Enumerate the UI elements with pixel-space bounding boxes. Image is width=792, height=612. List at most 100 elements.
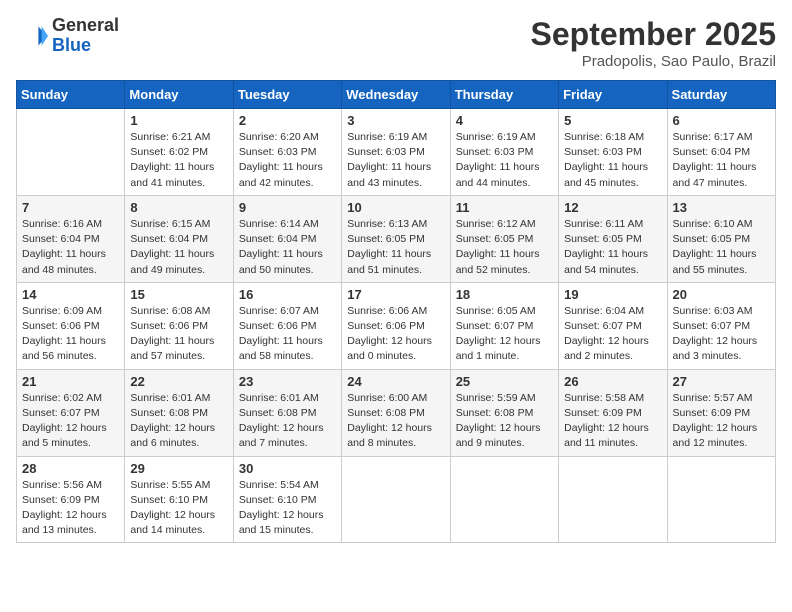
day-number: 1 <box>130 113 227 128</box>
calendar-week-row: 14 Sunrise: 6:09 AM Sunset: 6:06 PM Dayli… <box>17 282 776 369</box>
day-number: 14 <box>22 287 119 302</box>
day-info: Sunrise: 5:54 AM Sunset: 6:10 PM Dayligh… <box>239 478 336 539</box>
day-number: 17 <box>347 287 444 302</box>
calendar-cell: 18 Sunrise: 6:05 AM Sunset: 6:07 PM Dayli… <box>450 282 558 369</box>
day-number: 24 <box>347 374 444 389</box>
day-number: 22 <box>130 374 227 389</box>
calendar-week-row: 21 Sunrise: 6:02 AM Sunset: 6:07 PM Dayli… <box>17 369 776 456</box>
calendar-cell: 23 Sunrise: 6:01 AM Sunset: 6:08 PM Dayli… <box>233 369 341 456</box>
day-number: 25 <box>456 374 553 389</box>
calendar-cell: 12 Sunrise: 6:11 AM Sunset: 6:05 PM Dayli… <box>559 195 667 282</box>
day-info: Sunrise: 6:07 AM Sunset: 6:06 PM Dayligh… <box>239 304 336 365</box>
calendar-cell: 13 Sunrise: 6:10 AM Sunset: 6:05 PM Dayli… <box>667 195 775 282</box>
calendar-cell <box>450 456 558 543</box>
day-info: Sunrise: 6:01 AM Sunset: 6:08 PM Dayligh… <box>130 391 227 452</box>
logo-text: General Blue <box>52 16 119 56</box>
day-info: Sunrise: 6:10 AM Sunset: 6:05 PM Dayligh… <box>673 217 770 278</box>
logo: General Blue <box>16 16 119 56</box>
calendar-cell: 26 Sunrise: 5:58 AM Sunset: 6:09 PM Dayli… <box>559 369 667 456</box>
day-info: Sunrise: 6:02 AM Sunset: 6:07 PM Dayligh… <box>22 391 119 452</box>
calendar-cell: 14 Sunrise: 6:09 AM Sunset: 6:06 PM Dayli… <box>17 282 125 369</box>
calendar-cell: 24 Sunrise: 6:00 AM Sunset: 6:08 PM Dayli… <box>342 369 450 456</box>
calendar-cell <box>17 109 125 196</box>
day-info: Sunrise: 6:03 AM Sunset: 6:07 PM Dayligh… <box>673 304 770 365</box>
calendar-table: SundayMondayTuesdayWednesdayThursdayFrid… <box>16 80 776 543</box>
calendar-cell: 4 Sunrise: 6:19 AM Sunset: 6:03 PM Daylig… <box>450 109 558 196</box>
day-info: Sunrise: 6:19 AM Sunset: 6:03 PM Dayligh… <box>347 130 444 191</box>
calendar-cell <box>342 456 450 543</box>
weekday-header: Friday <box>559 81 667 109</box>
calendar-cell: 6 Sunrise: 6:17 AM Sunset: 6:04 PM Daylig… <box>667 109 775 196</box>
day-number: 6 <box>673 113 770 128</box>
logo-blue: Blue <box>52 35 91 55</box>
day-info: Sunrise: 6:09 AM Sunset: 6:06 PM Dayligh… <box>22 304 119 365</box>
month-title: September 2025 <box>531 16 776 53</box>
day-number: 4 <box>456 113 553 128</box>
calendar-week-row: 28 Sunrise: 5:56 AM Sunset: 6:09 PM Dayli… <box>17 456 776 543</box>
weekday-header: Wednesday <box>342 81 450 109</box>
weekday-header: Monday <box>125 81 233 109</box>
day-info: Sunrise: 6:21 AM Sunset: 6:02 PM Dayligh… <box>130 130 227 191</box>
day-info: Sunrise: 6:01 AM Sunset: 6:08 PM Dayligh… <box>239 391 336 452</box>
day-number: 9 <box>239 200 336 215</box>
calendar-cell: 7Sunrise: 6:16 AM Sunset: 6:04 PM Daylig… <box>17 195 125 282</box>
title-block: September 2025 Pradopolis, Sao Paulo, Br… <box>531 16 776 70</box>
calendar-cell: 3 Sunrise: 6:19 AM Sunset: 6:03 PM Daylig… <box>342 109 450 196</box>
day-info: Sunrise: 6:00 AM Sunset: 6:08 PM Dayligh… <box>347 391 444 452</box>
weekday-header: Thursday <box>450 81 558 109</box>
day-number: 30 <box>239 461 336 476</box>
calendar-cell: 17 Sunrise: 6:06 AM Sunset: 6:06 PM Dayli… <box>342 282 450 369</box>
day-number: 11 <box>456 200 553 215</box>
day-number: 18 <box>456 287 553 302</box>
calendar-cell: 19 Sunrise: 6:04 AM Sunset: 6:07 PM Dayli… <box>559 282 667 369</box>
day-info: Sunrise: 6:12 AM Sunset: 6:05 PM Dayligh… <box>456 217 553 278</box>
page-header: General Blue September 2025 Pradopolis, … <box>16 16 776 70</box>
day-info: Sunrise: 6:16 AM Sunset: 6:04 PM Dayligh… <box>22 217 119 278</box>
calendar-cell: 30 Sunrise: 5:54 AM Sunset: 6:10 PM Dayli… <box>233 456 341 543</box>
day-number: 2 <box>239 113 336 128</box>
day-number: 27 <box>673 374 770 389</box>
weekday-header: Tuesday <box>233 81 341 109</box>
day-info: Sunrise: 5:56 AM Sunset: 6:09 PM Dayligh… <box>22 478 119 539</box>
day-info: Sunrise: 6:04 AM Sunset: 6:07 PM Dayligh… <box>564 304 661 365</box>
calendar-cell <box>667 456 775 543</box>
day-info: Sunrise: 5:58 AM Sunset: 6:09 PM Dayligh… <box>564 391 661 452</box>
calendar-cell: 8 Sunrise: 6:15 AM Sunset: 6:04 PM Daylig… <box>125 195 233 282</box>
calendar-cell: 15 Sunrise: 6:08 AM Sunset: 6:06 PM Dayli… <box>125 282 233 369</box>
day-info: Sunrise: 6:06 AM Sunset: 6:06 PM Dayligh… <box>347 304 444 365</box>
day-info: Sunrise: 6:08 AM Sunset: 6:06 PM Dayligh… <box>130 304 227 365</box>
calendar-cell: 9 Sunrise: 6:14 AM Sunset: 6:04 PM Daylig… <box>233 195 341 282</box>
calendar-cell: 22 Sunrise: 6:01 AM Sunset: 6:08 PM Dayli… <box>125 369 233 456</box>
day-number: 10 <box>347 200 444 215</box>
day-number: 21 <box>22 374 119 389</box>
calendar-cell <box>559 456 667 543</box>
day-info: Sunrise: 5:59 AM Sunset: 6:08 PM Dayligh… <box>456 391 553 452</box>
day-number: 28 <box>22 461 119 476</box>
calendar-cell: 27Sunrise: 5:57 AM Sunset: 6:09 PM Dayli… <box>667 369 775 456</box>
location-title: Pradopolis, Sao Paulo, Brazil <box>531 53 776 70</box>
day-number: 12 <box>564 200 661 215</box>
day-info: Sunrise: 6:14 AM Sunset: 6:04 PM Dayligh… <box>239 217 336 278</box>
day-number: 26 <box>564 374 661 389</box>
day-number: 15 <box>130 287 227 302</box>
day-info: Sunrise: 6:11 AM Sunset: 6:05 PM Dayligh… <box>564 217 661 278</box>
day-number: 23 <box>239 374 336 389</box>
day-info: Sunrise: 6:17 AM Sunset: 6:04 PM Dayligh… <box>673 130 770 191</box>
day-number: 16 <box>239 287 336 302</box>
day-info: Sunrise: 6:15 AM Sunset: 6:04 PM Dayligh… <box>130 217 227 278</box>
day-info: Sunrise: 5:55 AM Sunset: 6:10 PM Dayligh… <box>130 478 227 539</box>
day-number: 3 <box>347 113 444 128</box>
day-info: Sunrise: 6:20 AM Sunset: 6:03 PM Dayligh… <box>239 130 336 191</box>
calendar-cell: 16 Sunrise: 6:07 AM Sunset: 6:06 PM Dayli… <box>233 282 341 369</box>
day-number: 13 <box>673 200 770 215</box>
day-number: 19 <box>564 287 661 302</box>
day-info: Sunrise: 6:19 AM Sunset: 6:03 PM Dayligh… <box>456 130 553 191</box>
day-info: Sunrise: 6:05 AM Sunset: 6:07 PM Dayligh… <box>456 304 553 365</box>
calendar-week-row: 1 Sunrise: 6:21 AM Sunset: 6:02 PM Daylig… <box>17 109 776 196</box>
day-info: Sunrise: 6:18 AM Sunset: 6:03 PM Dayligh… <box>564 130 661 191</box>
calendar-cell: 20Sunrise: 6:03 AM Sunset: 6:07 PM Dayli… <box>667 282 775 369</box>
calendar-cell: 21 Sunrise: 6:02 AM Sunset: 6:07 PM Dayli… <box>17 369 125 456</box>
calendar-week-row: 7Sunrise: 6:16 AM Sunset: 6:04 PM Daylig… <box>17 195 776 282</box>
logo-icon <box>16 20 48 52</box>
day-number: 8 <box>130 200 227 215</box>
